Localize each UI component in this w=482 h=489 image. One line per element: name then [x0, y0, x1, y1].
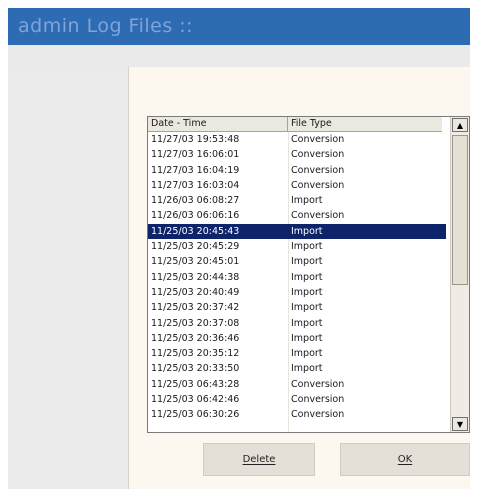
sidebar	[8, 67, 128, 489]
cell-file-type: Conversion	[291, 210, 345, 222]
log-rows: 11/27/03 19:53:48 Conversion 11/27/03 16:0…	[148, 132, 446, 423]
table-row[interactable]: 11/25/03 20:40:49 Import	[148, 285, 446, 300]
table-row[interactable]: 11/25/03 06:43:28 Conversion	[148, 377, 446, 392]
cell-date-time: 11/25/03 20:45:01	[151, 256, 240, 268]
delete-button-label: Delete	[242, 454, 276, 465]
cell-date-time: 11/26/03 06:06:16	[151, 210, 240, 222]
table-row[interactable]: 11/25/03 20:37:08 Import	[148, 316, 446, 331]
table-row[interactable]: 11/25/03 20:35:12 Import	[148, 346, 446, 361]
cell-file-type: Import	[291, 363, 323, 375]
arrow-up-icon[interactable]: ▲	[452, 118, 468, 132]
ok-button-label: OK	[397, 454, 413, 465]
title-bar: admin Log Files ::	[8, 8, 470, 45]
column-header-date-time[interactable]: Date - Time	[148, 117, 288, 132]
cell-file-type: Conversion	[291, 149, 345, 161]
cell-file-type: Import	[291, 317, 323, 329]
cell-file-type: Conversion	[291, 378, 345, 390]
table-row[interactable]: 11/25/03 20:44:38 Import	[148, 270, 446, 285]
table-row[interactable]: 11/25/03 06:42:46 Conversion	[148, 392, 446, 407]
cell-date-time: 11/25/03 20:36:46	[151, 332, 240, 344]
cell-date-time: 11/26/03 06:08:27	[151, 195, 240, 207]
cell-date-time: 11/27/03 16:03:04	[151, 179, 240, 191]
cell-file-type: Import	[291, 332, 323, 344]
table-row[interactable]: 11/25/03 20:33:50 Import	[148, 361, 446, 376]
table-row[interactable]: 11/25/03 06:30:26 Conversion	[148, 407, 446, 422]
table-row[interactable]: 11/25/03 20:45:29 Import	[148, 239, 446, 254]
cell-file-type: Import	[291, 256, 323, 268]
cell-date-time: 11/27/03 16:04:19	[151, 164, 240, 176]
table-row[interactable]: 11/25/03 20:45:43 Import	[148, 223, 446, 240]
cell-file-type: Import	[291, 286, 323, 298]
table-row[interactable]: 11/27/03 16:03:04 Conversion	[148, 178, 446, 193]
toolbar-strip	[8, 45, 470, 67]
cell-date-time: 11/25/03 20:37:08	[151, 317, 240, 329]
cell-file-type: Import	[291, 348, 323, 360]
table-row[interactable]: 11/26/03 06:06:16 Conversion	[148, 208, 446, 223]
table-row[interactable]: 11/27/03 16:06:01 Conversion	[148, 147, 446, 162]
cell-file-type: Conversion	[291, 409, 345, 421]
cell-file-type: Import	[291, 241, 323, 253]
table-row[interactable]: 11/27/03 16:04:19 Conversion	[148, 163, 446, 178]
ok-button[interactable]: OK	[340, 443, 470, 476]
cell-file-type: Import	[291, 225, 323, 237]
cell-file-type: Conversion	[291, 179, 345, 191]
cell-date-time: 11/25/03 06:42:46	[151, 394, 240, 406]
delete-button[interactable]: Delete	[203, 443, 315, 476]
cell-date-time: 11/25/03 20:37:42	[151, 302, 240, 314]
cell-date-time: 11/25/03 20:45:29	[151, 241, 240, 253]
cell-date-time: 11/25/03 20:40:49	[151, 286, 240, 298]
vertical-scrollbar[interactable]: ▲ ▼	[450, 117, 469, 432]
cell-file-type: Conversion	[291, 134, 345, 145]
cell-file-type: Import	[291, 271, 323, 283]
table-row[interactable]: 11/25/03 20:36:46 Import	[148, 331, 446, 346]
cell-date-time: 11/25/03 06:43:28	[151, 378, 240, 390]
scroll-thumb[interactable]	[452, 135, 468, 285]
column-header-file-type[interactable]: File Type	[288, 117, 442, 132]
cell-file-type: Conversion	[291, 394, 345, 406]
arrow-down-icon[interactable]: ▼	[452, 417, 468, 431]
cell-file-type: Conversion	[291, 164, 345, 176]
table-row[interactable]: 11/26/03 06:08:27 Import	[148, 193, 446, 208]
cell-date-time: 11/25/03 20:35:12	[151, 348, 240, 360]
cell-date-time: 11/27/03 16:06:01	[151, 149, 240, 161]
cell-file-type: Import	[291, 195, 323, 207]
table-row[interactable]: 11/27/03 19:53:48 Conversion	[148, 132, 446, 147]
cell-date-time: 11/25/03 20:33:50	[151, 363, 240, 375]
table-row[interactable]: 11/25/03 20:45:01 Import	[148, 254, 446, 269]
window-title: admin Log Files ::	[18, 15, 194, 37]
cell-date-time: 11/25/03 06:30:26	[151, 409, 240, 421]
cell-date-time: 11/27/03 19:53:48	[151, 134, 240, 145]
cell-date-time: 11/25/03 20:45:43	[151, 225, 240, 237]
cell-file-type: Import	[291, 302, 323, 314]
log-file-list[interactable]: Date - Time File Type 11/27/03 19:53:48 C…	[147, 116, 470, 433]
cell-date-time: 11/25/03 20:44:38	[151, 271, 240, 283]
table-row[interactable]: 11/25/03 20:37:42 Import	[148, 300, 446, 315]
